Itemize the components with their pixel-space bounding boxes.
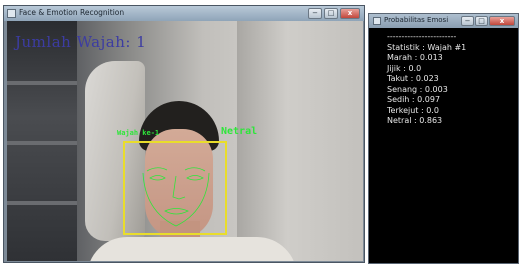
emotion-row-jijik: Jijik : 0.0 [387, 63, 422, 73]
close-button[interactable]: x [340, 8, 360, 19]
app-icon [373, 17, 381, 25]
maximize-button[interactable]: □ [475, 16, 488, 26]
app-icon [7, 9, 16, 18]
emotion-stats-panel: ------------------------ Statistik : Waj… [387, 32, 466, 127]
emotion-row-senang: Senang : 0.003 [387, 84, 448, 94]
window-title: Face & Emotion Recognition [19, 8, 125, 17]
emotion-row-marah: Marah : 0.013 [387, 53, 443, 62]
camera-feed: Jumlah Wajah: 1 Wajah ke-1 Netral [7, 21, 363, 261]
emotion-label: Netral [221, 126, 258, 137]
emotion-row-takut: Takut : 0.023 [387, 74, 439, 83]
face-bounding-box [123, 141, 227, 235]
face-count-label: Jumlah Wajah: 1 [15, 33, 147, 51]
emotion-probability-window: Probabilitas Emosi − □ x ---------------… [368, 13, 519, 264]
separator-line: ------------------------ [387, 32, 457, 41]
face-recognition-window: Face & Emotion Recognition − □ x Jumlah … [3, 5, 365, 263]
face-index-label: Wajah ke-1 [117, 129, 160, 137]
stats-title: Statistik : Wajah #1 [387, 42, 467, 52]
window-titlebar[interactable]: Face & Emotion Recognition − □ x [4, 6, 364, 21]
emotion-row-netral: Netral : 0.863 [387, 116, 443, 125]
minimize-button[interactable]: − [461, 16, 474, 26]
emotion-row-terkejut: Terkejut : 0.0 [387, 105, 439, 115]
minimize-button[interactable]: − [308, 8, 322, 19]
window-titlebar[interactable]: Probabilitas Emosi − □ x [369, 14, 518, 28]
close-button[interactable]: x [489, 16, 515, 26]
maximize-button[interactable]: □ [324, 8, 338, 19]
emotion-row-sedih: Sedih : 0.097 [387, 95, 441, 104]
window-title: Probabilitas Emosi [384, 16, 449, 24]
